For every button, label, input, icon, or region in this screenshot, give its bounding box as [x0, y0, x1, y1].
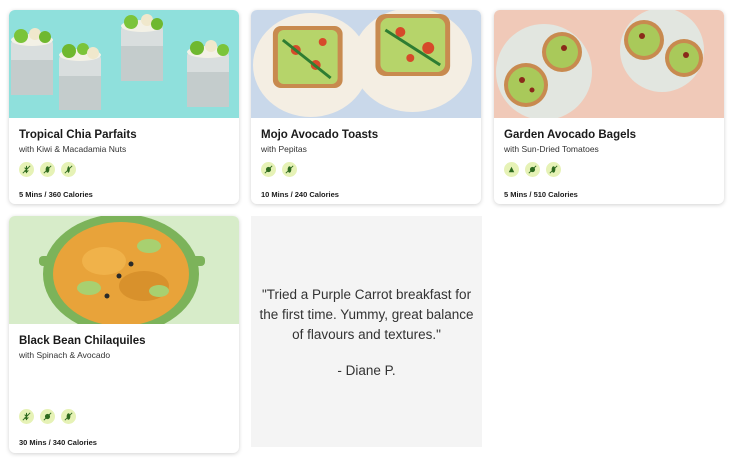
testimonial-card: "Tried a Purple Carrot breakfast for the… [251, 216, 482, 447]
recipe-card-black-bean-chilaquiles[interactable]: Black Bean Chilaquiles with Spinach & Av… [9, 216, 239, 453]
recipe-photo [494, 10, 724, 118]
testimonial-quote: "Tried a Purple Carrot breakfast for the… [259, 287, 474, 342]
recipe-title[interactable]: Mojo Avocado Toasts [261, 128, 471, 142]
recipe-photo [251, 10, 481, 118]
recipe-subtitle: with Pepitas [261, 144, 307, 154]
recipe-stats: 30 Mins / 340 Calories [19, 438, 97, 447]
recipe-card-tropical-chia-parfaits[interactable]: Tropical Chia Parfaits with Kiwi & Macad… [9, 10, 239, 204]
gluten-free-icon [19, 409, 34, 424]
recipe-photo [9, 216, 239, 324]
recipe-stats: 5 Mins / 510 Calories [504, 190, 578, 199]
soy-free-icon [40, 162, 55, 177]
recipe-subtitle: with Spinach & Avocado [19, 350, 111, 360]
soy-free-icon [282, 162, 297, 177]
recipe-card-garden-avocado-bagels[interactable]: Garden Avocado Bagels with Sun-Dried Tom… [494, 10, 724, 204]
recipe-subtitle: with Kiwi & Macadamia Nuts [19, 144, 127, 154]
recipe-stats: 5 Mins / 360 Calories [19, 190, 93, 199]
soy-free-icon [546, 162, 561, 177]
nut-free-icon [525, 162, 540, 177]
nut-free-icon [261, 162, 276, 177]
oil-free-icon [61, 162, 76, 177]
nut-free-icon [40, 409, 55, 424]
recipe-subtitle: with Sun-Dried Tomatoes [504, 144, 599, 154]
testimonial-author: - Diane P. [337, 363, 396, 378]
recipe-card-mojo-avocado-toasts[interactable]: Mojo Avocado Toasts with Pepitas 10 Mins… [251, 10, 481, 204]
soy-free-icon [61, 409, 76, 424]
recipe-title[interactable]: Garden Avocado Bagels [504, 128, 714, 142]
recipe-title[interactable]: Black Bean Chilaquiles [19, 334, 229, 348]
quick-icon [504, 162, 519, 177]
gluten-free-icon [19, 162, 34, 177]
recipe-photo [9, 10, 239, 118]
recipe-stats: 10 Mins / 240 Calories [261, 190, 339, 199]
recipe-title[interactable]: Tropical Chia Parfaits [19, 128, 229, 142]
